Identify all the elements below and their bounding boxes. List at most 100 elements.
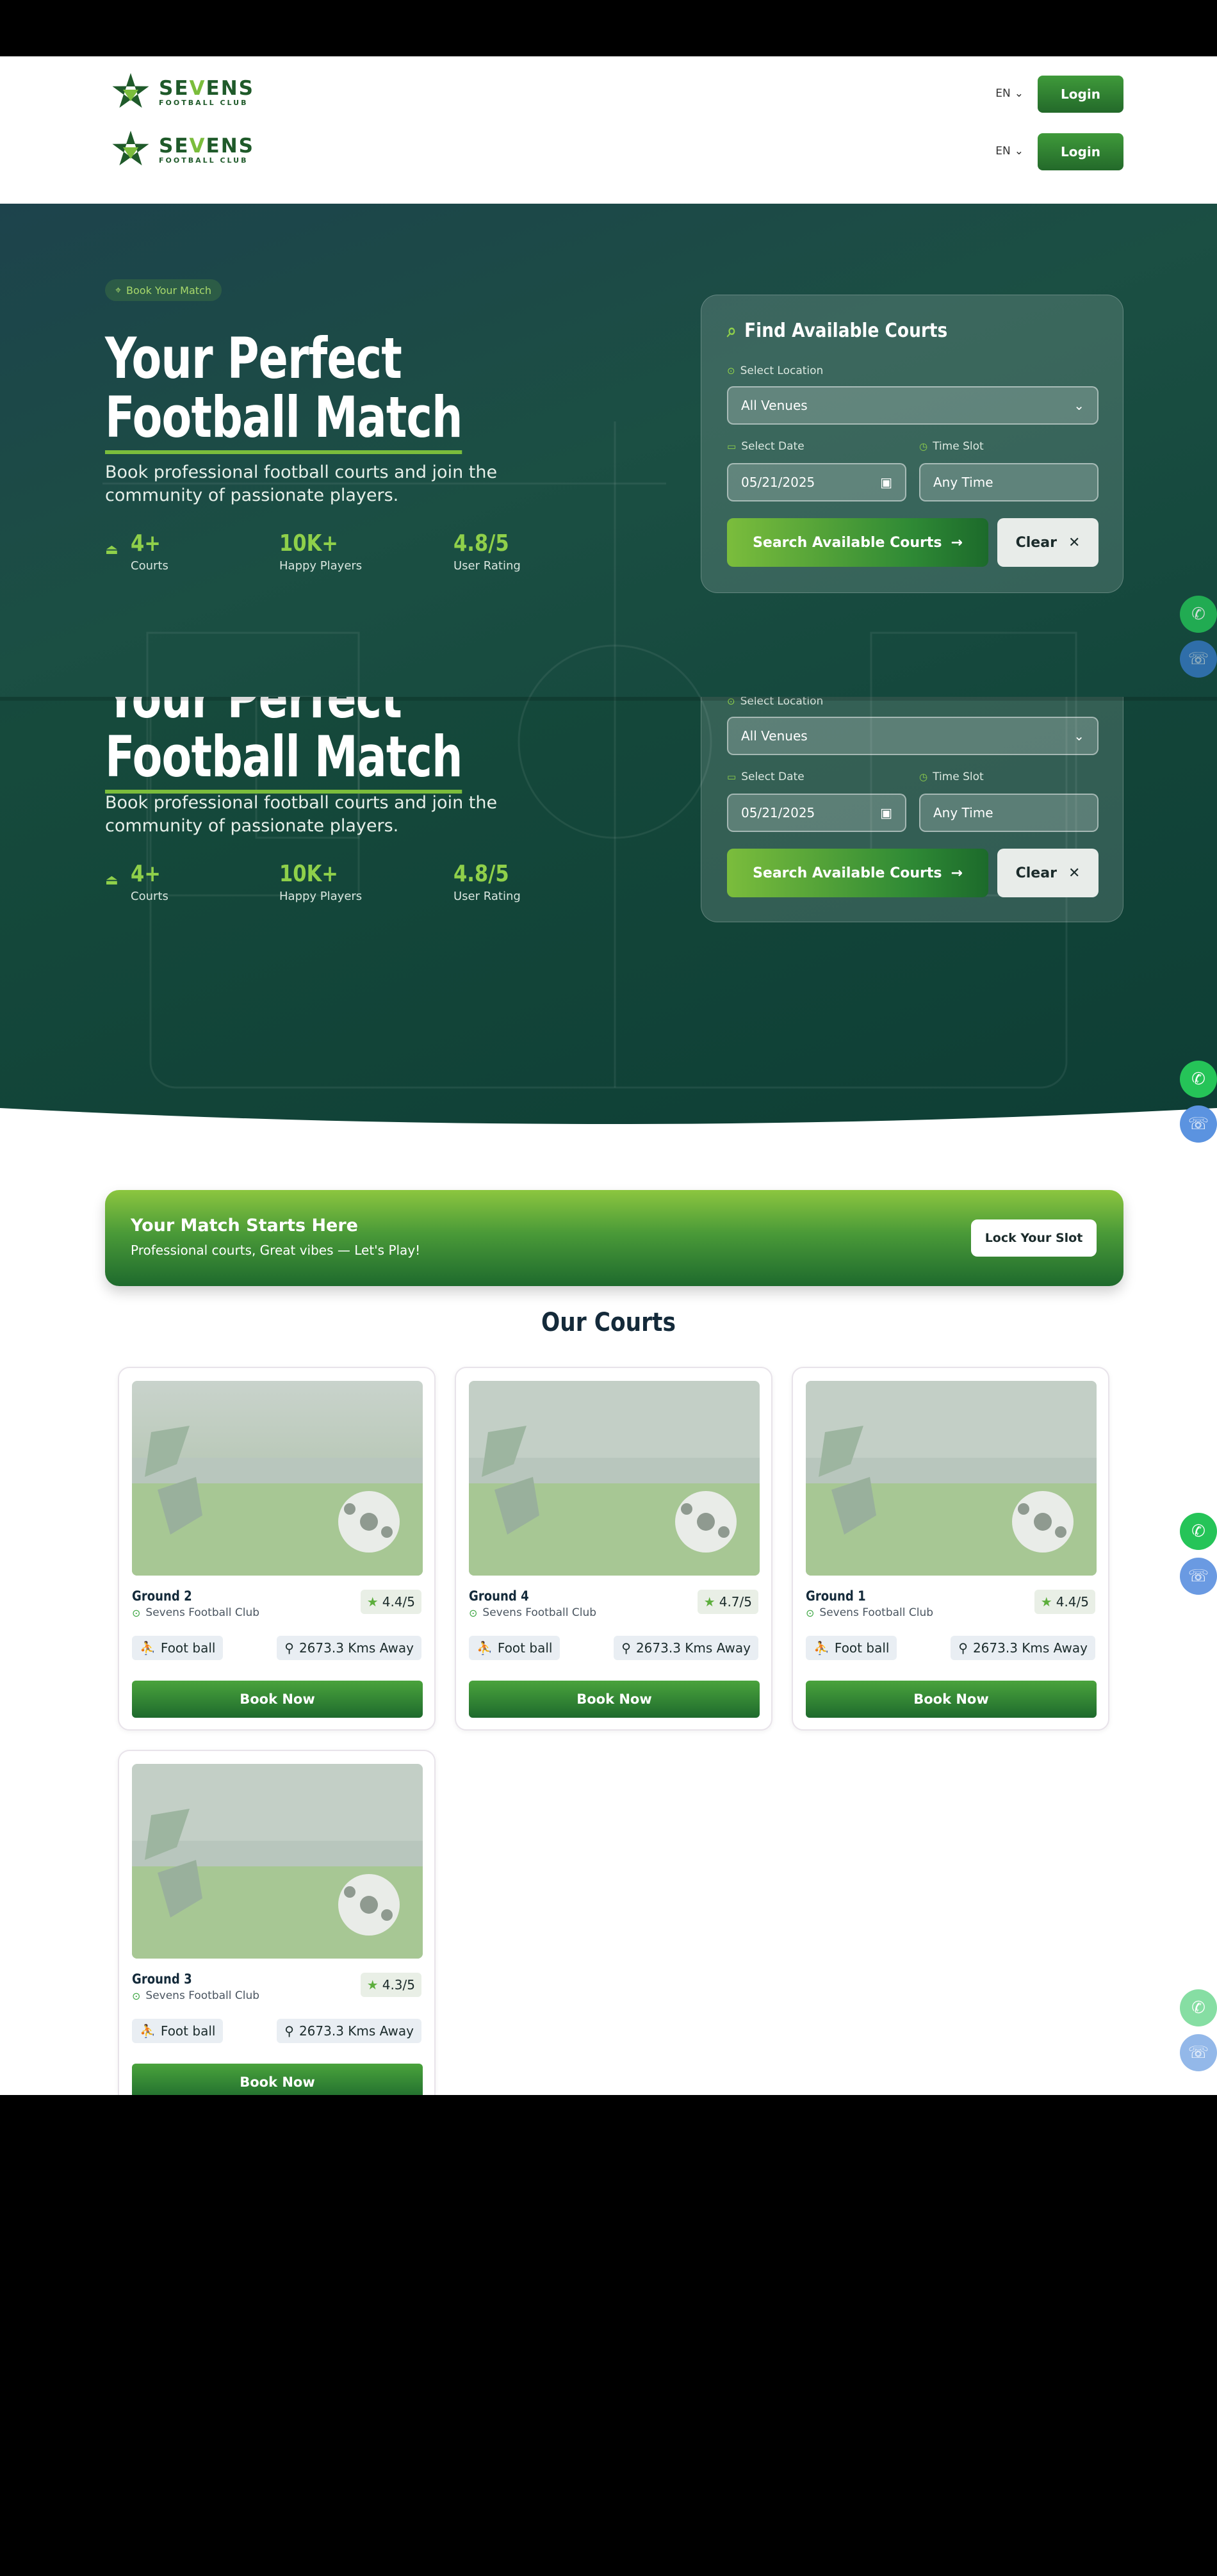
close-icon: ✕: [1068, 534, 1081, 551]
time-input[interactable]: Any Time: [919, 794, 1099, 832]
distance-chip: ⚲ 2673.3 Kms Away: [277, 1636, 421, 1660]
hero-subtitle: Book professional football courts and jo…: [105, 793, 498, 836]
distance-chip: ⚲ 2673.3 Kms Away: [614, 1636, 758, 1660]
whatsapp-button[interactable]: ✆: [1180, 1513, 1217, 1550]
banner-subtitle: Professional courts, Great vibes — Let's…: [131, 1243, 421, 1258]
login-button[interactable]: Login: [1038, 133, 1123, 170]
phone-icon: ☏: [1188, 649, 1209, 669]
search-courts-button[interactable]: Search Available Courts →: [727, 849, 988, 897]
logo[interactable]: SEVENS FOOTBALL CLUB: [110, 129, 254, 170]
date-label: ▭ Select Date: [727, 770, 805, 783]
court-club: ⊙ Sevens Football Club: [132, 1989, 260, 2002]
stat-courts: 4+ Courts: [131, 530, 168, 573]
court-card[interactable]: Ground 2 ⊙ Sevens Football Club ★ 4.4/5 ⛹ F…: [118, 1367, 436, 1731]
court-card[interactable]: Ground 4 ⊙ Sevens Football Club ★ 4.7/5 ⛹ F…: [455, 1367, 772, 1731]
court-image: [806, 1381, 1097, 1576]
distance-icon: ⚲: [621, 1640, 631, 1656]
site-header: SEVENS FOOTBALL CLUB EN ⌄ Login SEVENS F…: [0, 56, 1217, 204]
distance-chip: ⚲ 2673.3 Kms Away: [951, 1636, 1095, 1660]
location-select[interactable]: All Venues ⌄: [727, 717, 1099, 755]
whatsapp-button[interactable]: ✆: [1180, 596, 1217, 633]
location-label: ⊙ Select Location: [727, 364, 824, 377]
court-name: Ground 2: [132, 1588, 192, 1604]
clear-button[interactable]: Clear ✕: [997, 518, 1099, 567]
login-button[interactable]: Login: [1038, 76, 1123, 113]
stat-rating: 4.8/5 User Rating: [453, 530, 521, 573]
phone-button[interactable]: ☏: [1180, 1558, 1217, 1595]
court-finder-panel: ⌕ Find Available Courts ⊙ Select Location…: [701, 295, 1123, 593]
clear-button[interactable]: Clear ✕: [997, 849, 1099, 897]
language-select[interactable]: EN ⌄: [995, 145, 1024, 158]
banner-title: Your Match Starts Here: [131, 1216, 358, 1235]
language-select[interactable]: EN ⌄: [995, 87, 1024, 100]
book-now-button[interactable]: Book Now: [806, 1681, 1097, 1718]
phone-button[interactable]: ☏: [1180, 1105, 1217, 1143]
target-icon: ⌖: [115, 284, 122, 296]
chevron-down-icon: ⌄: [1074, 398, 1084, 413]
whatsapp-icon: ✆: [1191, 605, 1205, 624]
hero-badge: ⌖ Book Your Match: [105, 279, 222, 301]
logo-star-icon: [112, 131, 149, 166]
phone-icon: ☏: [1188, 2043, 1209, 2062]
location-pin-icon: ⊙: [132, 1606, 141, 1619]
language-label: EN: [995, 87, 1011, 100]
close-icon: ✕: [1068, 865, 1081, 881]
stat-players: 10K+ Happy Players: [279, 530, 363, 573]
search-location-icon: ⌕: [727, 320, 737, 342]
court-image: [132, 1381, 423, 1576]
calendar-icon: ▭: [727, 441, 737, 452]
location-label: ⊙ Select Location: [727, 695, 824, 708]
date-input[interactable]: 05/21/2025 ▣: [727, 463, 906, 501]
chevron-down-icon: ⌄: [1014, 145, 1024, 158]
time-label: ◷ Time Slot: [919, 770, 984, 783]
whatsapp-button[interactable]: ✆: [1180, 1989, 1217, 2026]
language-label: EN: [995, 145, 1011, 158]
arrow-right-icon: →: [951, 534, 963, 551]
star-icon: ★: [703, 1594, 715, 1610]
finder-title: ⌕ Find Available Courts: [727, 320, 948, 342]
distance-icon: ⚲: [284, 1640, 294, 1656]
location-pin-icon: ⊙: [806, 1606, 815, 1619]
court-rating: ★ 4.4/5: [360, 1590, 421, 1614]
lock-slot-button[interactable]: Lock Your Slot: [971, 1219, 1097, 1257]
courts-stat-icon: ⏏: [105, 872, 118, 888]
phone-button[interactable]: ☏: [1180, 2034, 1217, 2071]
stat-players: 10K+ Happy Players: [279, 861, 363, 903]
court-card[interactable]: Ground 3 ⊙ Sevens Football Club ★ 4.3/5 ⛹ F…: [118, 1750, 436, 2101]
courts-section-title: Our Courts: [541, 1308, 676, 1337]
runner-icon: ⛹: [140, 1640, 156, 1656]
location-pin-icon: ⊙: [132, 1989, 141, 2002]
court-card[interactable]: Ground 1 ⊙ Sevens Football Club ★ 4.4/5 ⛹ F…: [792, 1367, 1109, 1731]
calendar-picker-icon: ▣: [880, 475, 892, 490]
sport-chip: ⛹ Foot ball: [469, 1636, 560, 1660]
book-now-button[interactable]: Book Now: [132, 1681, 423, 1718]
court-rating: ★ 4.3/5: [360, 1973, 421, 1997]
location-select[interactable]: All Venues ⌄: [727, 386, 1099, 425]
book-now-button[interactable]: Book Now: [469, 1681, 760, 1718]
distance-icon: ⚲: [284, 2023, 294, 2039]
hero-title: Your Perfect Football Match: [105, 329, 462, 454]
whatsapp-icon: ✆: [1191, 1070, 1205, 1089]
phone-icon: ☏: [1188, 1567, 1209, 1586]
date-input[interactable]: 05/21/2025 ▣: [727, 794, 906, 832]
star-icon: ★: [366, 1594, 379, 1610]
court-name: Ground 3: [132, 1971, 192, 1987]
calendar-icon: ▭: [727, 771, 737, 783]
logo-star-icon: [112, 73, 149, 108]
location-pin-icon: ⊙: [727, 365, 735, 377]
courts-stat-icon: ⏏: [105, 542, 118, 558]
search-courts-button[interactable]: Search Available Courts →: [727, 518, 988, 567]
chevron-down-icon: ⌄: [1014, 87, 1024, 100]
court-rating: ★ 4.4/5: [1034, 1590, 1095, 1614]
time-input[interactable]: Any Time: [919, 463, 1099, 501]
distance-icon: ⚲: [958, 1640, 968, 1656]
court-club: ⊙ Sevens Football Club: [132, 1606, 260, 1619]
logo[interactable]: SEVENS FOOTBALL CLUB: [110, 72, 254, 113]
date-label: ▭ Select Date: [727, 440, 805, 453]
phone-button[interactable]: ☏: [1180, 640, 1217, 678]
court-image: [469, 1381, 760, 1576]
chevron-down-icon: ⌄: [1074, 728, 1084, 744]
whatsapp-button[interactable]: ✆: [1180, 1061, 1217, 1098]
time-label: ◷ Time Slot: [919, 440, 984, 453]
star-icon: ★: [1040, 1594, 1052, 1610]
